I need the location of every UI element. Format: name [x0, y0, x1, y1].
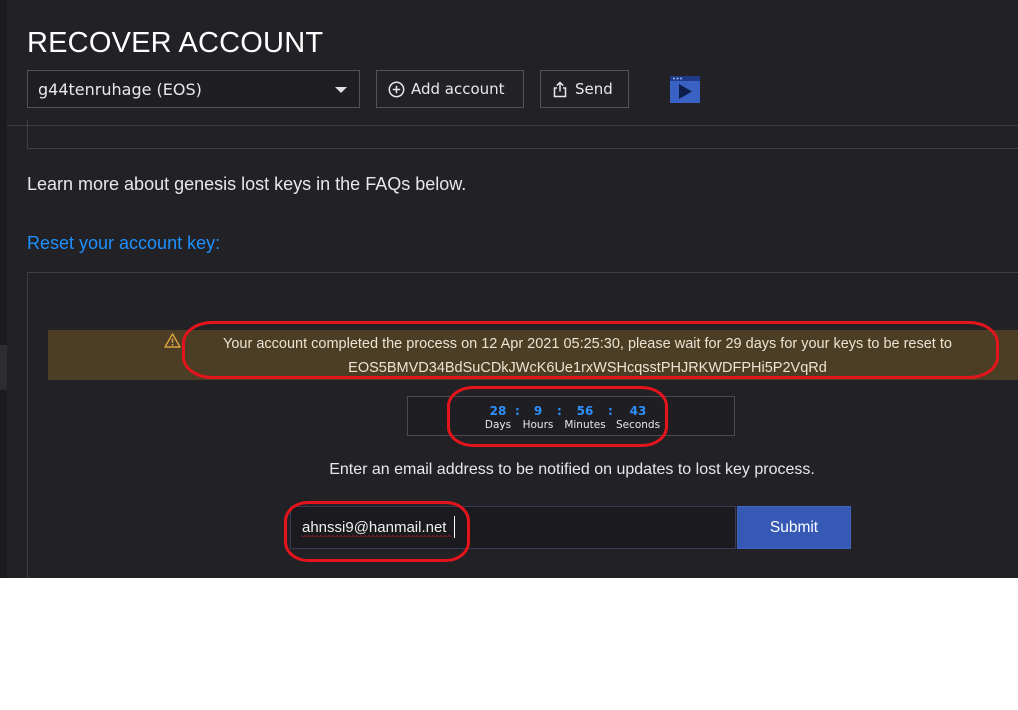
add-account-label: Add account [411, 80, 505, 98]
plus-circle-icon [388, 81, 405, 98]
notify-instructions: Enter an email address to be notified on… [329, 461, 815, 478]
countdown-timer: 28 Days : 9 Hours : 56 Minutes : 43 Seco… [407, 396, 735, 436]
alert-message-line-1: Your account completed the process on 12… [223, 336, 952, 352]
chevron-down-icon [335, 87, 347, 93]
page-title: RECOVER ACCOUNT [27, 27, 324, 59]
add-account-button[interactable]: Add account [376, 70, 524, 108]
left-edge-strip [0, 0, 7, 578]
alert-public-key: EOS5BMVD34BdSuCDkJWcK6Ue1rxWSHcqsstPHJRK… [348, 360, 827, 376]
spellcheck-underline [301, 535, 452, 538]
scroll-marker [0, 345, 7, 390]
account-select-value: g44tenruhage (EOS) [38, 80, 202, 99]
send-button[interactable]: Send [540, 70, 629, 108]
share-icon [553, 81, 567, 98]
send-label: Send [575, 80, 613, 98]
submit-button[interactable]: Submit [737, 506, 851, 549]
warning-icon [164, 333, 181, 348]
faq-hint-text: Learn more about genesis lost keys in th… [27, 174, 467, 194]
video-play-icon[interactable] [670, 76, 700, 103]
text-cursor [454, 516, 455, 538]
email-field[interactable] [290, 506, 736, 549]
countdown-seconds-label: Seconds [615, 419, 661, 431]
countdown-minutes-label: Minutes [564, 419, 606, 431]
account-select[interactable]: g44tenruhage (EOS) [27, 70, 360, 108]
reset-key-heading: Reset your account key: [27, 233, 221, 253]
recover-account-page: RECOVER ACCOUNT g44tenruhage (EOS) Add a… [0, 0, 1018, 578]
countdown-minutes-value: 56 [576, 404, 594, 418]
upper-panel [27, 120, 1018, 149]
countdown-seconds-value: 43 [629, 404, 647, 418]
alert-message: Your account completed the process on 12… [190, 332, 985, 380]
countdown-minutes: 56 Minutes [555, 405, 615, 433]
countdown-seconds: 43 Seconds [608, 405, 668, 433]
